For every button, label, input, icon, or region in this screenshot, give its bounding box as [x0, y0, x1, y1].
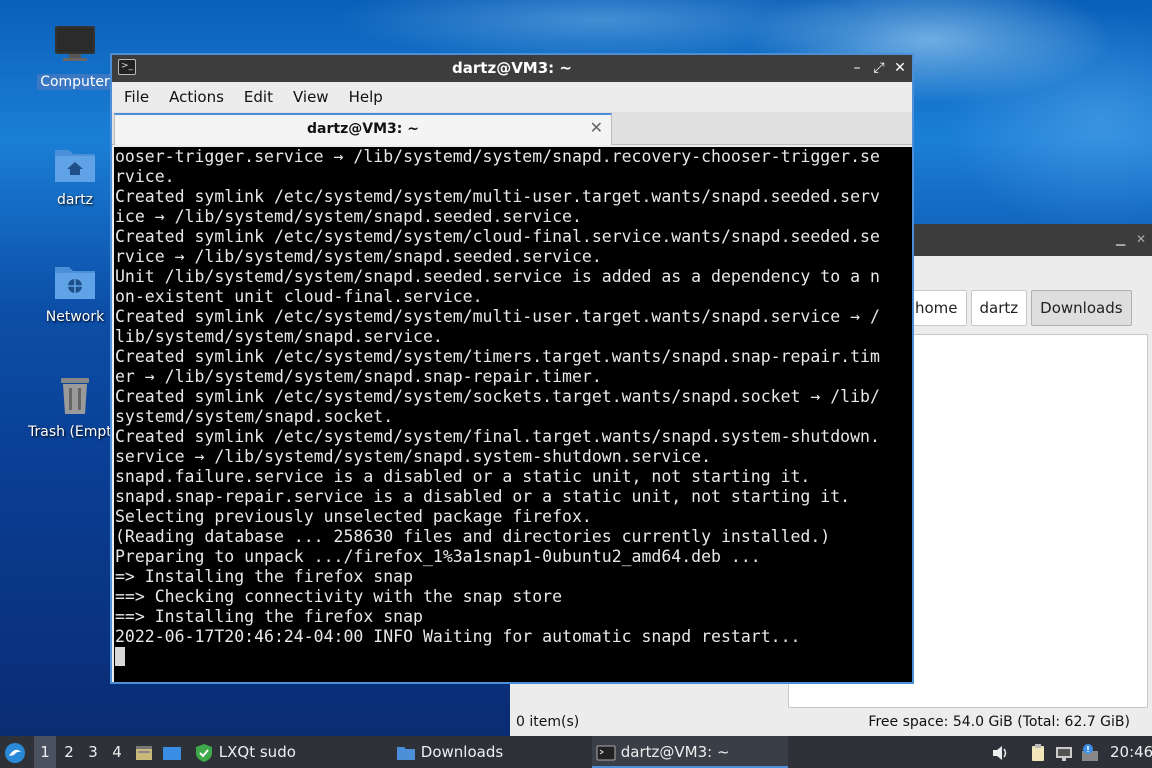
tab-terminal[interactable]: dartz@VM3: ~ ✕ [114, 113, 612, 145]
close-tab-icon[interactable]: ✕ [590, 118, 603, 137]
task-lxqt-sudo[interactable]: LXQt sudo [194, 736, 296, 768]
breadcrumb: home dartz Downloads [906, 290, 1132, 326]
volume-button[interactable] [990, 736, 1012, 768]
terminal-line: 2022-06-17T20:46:24-04:00 INFO Waiting f… [115, 627, 801, 646]
update-notification-icon [1082, 743, 1098, 761]
menu-bar: File Actions Edit View Help [112, 82, 912, 112]
terminal-line: service → /lib/systemd/system/snapd.syst… [115, 447, 712, 466]
home-folder-icon [51, 140, 99, 188]
folder-icon [397, 746, 415, 760]
taskbar: 1 2 3 4 LXQt sudo Downloads dartz@VM3: ~… [0, 736, 1152, 768]
menu-file[interactable]: File [114, 82, 159, 112]
terminal-prompt-line[interactable] [115, 647, 912, 667]
workspace-1[interactable]: 1 [34, 736, 56, 768]
workspace-3[interactable]: 3 [82, 736, 104, 768]
terminal-output[interactable]: ooser-trigger.service → /lib/systemd/sys… [114, 147, 912, 682]
status-bar: 0 item(s) Free space: 54.0 GiB (Total: 6… [510, 710, 1152, 736]
tab-label: dartz@VM3: ~ [307, 121, 419, 137]
terminal-line: Created symlink /etc/systemd/system/fina… [115, 427, 880, 446]
menu-help[interactable]: Help [339, 82, 393, 112]
network-button[interactable] [1054, 736, 1076, 768]
updates-button[interactable] [1080, 736, 1102, 768]
maximize-icon[interactable]: ⤢ [870, 58, 888, 78]
status-free-space: Free space: 54.0 GiB (Total: 62.7 GiB) [868, 714, 1130, 730]
breadcrumb-dartz[interactable]: dartz [970, 290, 1028, 326]
file-manager-icon [136, 745, 152, 760]
terminal-line: rvice. [115, 167, 175, 186]
terminal-line: er → /lib/systemd/system/snapd.snap-repa… [115, 367, 602, 386]
terminal-line: ==> Checking connectivity with the snap … [115, 587, 563, 606]
task-label: dartz@VM3: ~ [620, 743, 730, 761]
computer-icon [51, 22, 99, 70]
network-icon [1056, 746, 1072, 761]
terminal-window: >_ dartz@VM3: ~ – ⤢ ✕ File Actions Edit … [110, 53, 914, 684]
desktop-icon-label: Network [45, 309, 105, 325]
breadcrumb-home[interactable]: home [906, 290, 967, 326]
terminal-line: rvice → /lib/systemd/system/snapd.seeded… [115, 247, 602, 266]
breadcrumb-downloads[interactable]: Downloads [1031, 290, 1132, 326]
quicklaunch-desktop[interactable] [162, 736, 184, 768]
terminal-line: Created symlink /etc/systemd/system/time… [115, 347, 880, 366]
terminal-line: ooser-trigger.service → /lib/systemd/sys… [115, 147, 880, 166]
window-title: dartz@VM3: ~ [452, 59, 572, 77]
menu-actions[interactable]: Actions [159, 82, 234, 112]
terminal-line: Created symlink /etc/systemd/system/mult… [115, 187, 880, 206]
menu-view[interactable]: View [283, 82, 339, 112]
close-icon[interactable]: ✕ [891, 58, 909, 78]
terminal-line: => Installing the firefox snap [115, 567, 414, 586]
terminal-line: Created symlink /etc/systemd/system/clou… [115, 227, 880, 246]
terminal-cursor [115, 647, 125, 666]
lxqt-logo-icon [5, 742, 25, 763]
terminal-line: systemd/system/snapd.socket. [115, 407, 394, 426]
shield-check-icon [196, 743, 212, 762]
workspace-4[interactable]: 4 [106, 736, 128, 768]
volume-icon [993, 745, 1007, 760]
clock[interactable]: 20:46 [1110, 736, 1152, 768]
task-downloads[interactable]: Downloads [396, 736, 503, 768]
terminal-line: Unit /lib/systemd/system/snapd.seeded.se… [115, 267, 880, 286]
desktop-icon-label: dartz [56, 192, 94, 208]
workspace-2[interactable]: 2 [58, 736, 80, 768]
desktop-icon-label: Computer [37, 74, 113, 90]
minimize-icon[interactable]: ▁ [1116, 232, 1125, 246]
terminal-line: snapd.snap-repair.service is a disabled … [115, 487, 851, 506]
terminal-line: Selecting previously unselected package … [115, 507, 592, 526]
task-label: Downloads [420, 743, 504, 761]
minimize-icon[interactable]: – [848, 58, 866, 78]
terminal-line: snapd.failure.service is a disabled or a… [115, 467, 811, 486]
terminal-line: on-existent unit cloud-final.service. [115, 287, 483, 306]
network-folder-icon [51, 257, 99, 305]
status-item-count: 0 item(s) [516, 714, 580, 730]
task-label: LXQt sudo [218, 743, 296, 761]
menu-edit[interactable]: Edit [234, 82, 283, 112]
terminal-line: Created symlink /etc/systemd/system/mult… [115, 307, 880, 326]
close-icon[interactable]: ✕ [1136, 232, 1146, 246]
terminal-titlebar[interactable]: >_ dartz@VM3: ~ – ⤢ ✕ [112, 55, 912, 82]
tab-bar: dartz@VM3: ~ ✕ [112, 112, 912, 145]
terminal-icon [596, 745, 616, 760]
show-desktop-icon [163, 746, 181, 760]
main-menu-button[interactable] [4, 736, 28, 768]
task-terminal[interactable]: dartz@VM3: ~ [592, 736, 788, 768]
quicklaunch-files[interactable] [134, 736, 156, 768]
clipboard-button[interactable] [1028, 736, 1050, 768]
terminal-line: ice → /lib/systemd/system/snapd.seeded.s… [115, 207, 582, 226]
terminal-line: (Reading database ... 258630 files and d… [115, 527, 831, 546]
trash-icon [51, 372, 99, 420]
terminal-line: Created symlink /etc/systemd/system/sock… [115, 387, 880, 406]
terminal-line: ==> Installing the firefox snap [115, 607, 423, 626]
clipboard-icon [1032, 743, 1044, 761]
terminal-line: Preparing to unpack .../firefox_1%3a1sna… [115, 547, 761, 566]
terminal-line: lib/systemd/system/snapd.service. [115, 327, 443, 346]
